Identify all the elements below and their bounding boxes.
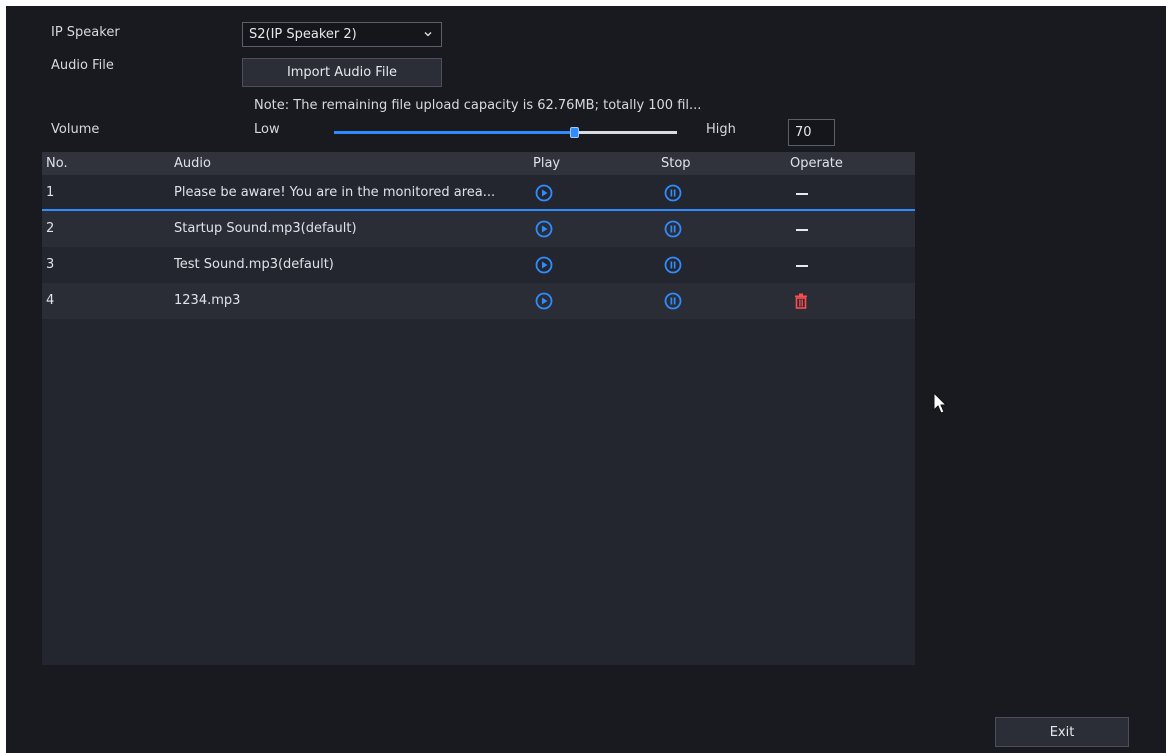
row-number: 3 (46, 257, 55, 272)
row-number: 2 (46, 221, 55, 236)
row-audio-name: Startup Sound.mp3(default) (174, 221, 357, 236)
header-stop: Stop (661, 156, 691, 171)
header-audio: Audio (174, 156, 211, 171)
table-row[interactable]: 1 Please be aware! You are in the monitor… (42, 175, 915, 211)
ip-speaker-label: IP Speaker (51, 25, 120, 40)
table-row[interactable]: 3 Test Sound.mp3(default) (42, 247, 915, 283)
exit-button[interactable]: Exit (995, 717, 1129, 747)
trash-icon[interactable] (792, 292, 810, 310)
row-number: 1 (46, 185, 55, 200)
play-circle-icon[interactable] (535, 220, 553, 238)
chevron-down-icon (424, 32, 432, 37)
play-circle-icon[interactable] (535, 256, 553, 274)
volume-slider-fill (334, 131, 575, 134)
pause-circle-icon[interactable] (664, 220, 682, 238)
row-audio-name: 1234.mp3 (174, 293, 241, 308)
pause-circle-icon[interactable] (664, 256, 682, 274)
audio-file-label: Audio File (51, 58, 114, 73)
header-play: Play (533, 156, 561, 171)
audio-settings-panel: IP Speaker S2(IP Speaker 2) Audio File I… (6, 6, 1166, 753)
pause-circle-icon[interactable] (664, 292, 682, 310)
volume-low-label: Low (254, 122, 280, 137)
play-circle-icon[interactable] (535, 184, 553, 202)
volume-slider-thumb[interactable] (570, 127, 580, 138)
row-audio-name: Please be aware! You are in the monitore… (174, 185, 496, 200)
volume-slider[interactable] (334, 127, 677, 138)
header-operate: Operate (790, 156, 843, 171)
operate-none-dash (796, 193, 808, 195)
header-no: No. (46, 156, 68, 171)
row-audio-name: Test Sound.mp3(default) (174, 257, 334, 272)
operate-none-dash (796, 265, 808, 267)
table-header: No. Audio Play Stop Operate (42, 152, 915, 175)
volume-value-input[interactable]: 70 (788, 119, 835, 146)
volume-high-label: High (706, 122, 736, 137)
pause-circle-icon[interactable] (664, 184, 682, 202)
row-number: 4 (46, 293, 55, 308)
upload-capacity-note: Note: The remaining file upload capacity… (254, 98, 702, 113)
table-row[interactable]: 2 Startup Sound.mp3(default) (42, 211, 915, 247)
volume-label: Volume (51, 122, 100, 137)
mouse-cursor-icon (933, 392, 948, 414)
play-circle-icon[interactable] (535, 292, 553, 310)
import-audio-file-button[interactable]: Import Audio File (242, 58, 442, 87)
audio-table: No. Audio Play Stop Operate 1 Please be a… (42, 152, 915, 665)
ip-speaker-select[interactable]: S2(IP Speaker 2) (242, 22, 442, 47)
operate-none-dash (796, 229, 808, 231)
ip-speaker-selected-value: S2(IP Speaker 2) (249, 27, 357, 42)
table-row[interactable]: 4 1234.mp3 (42, 283, 915, 319)
